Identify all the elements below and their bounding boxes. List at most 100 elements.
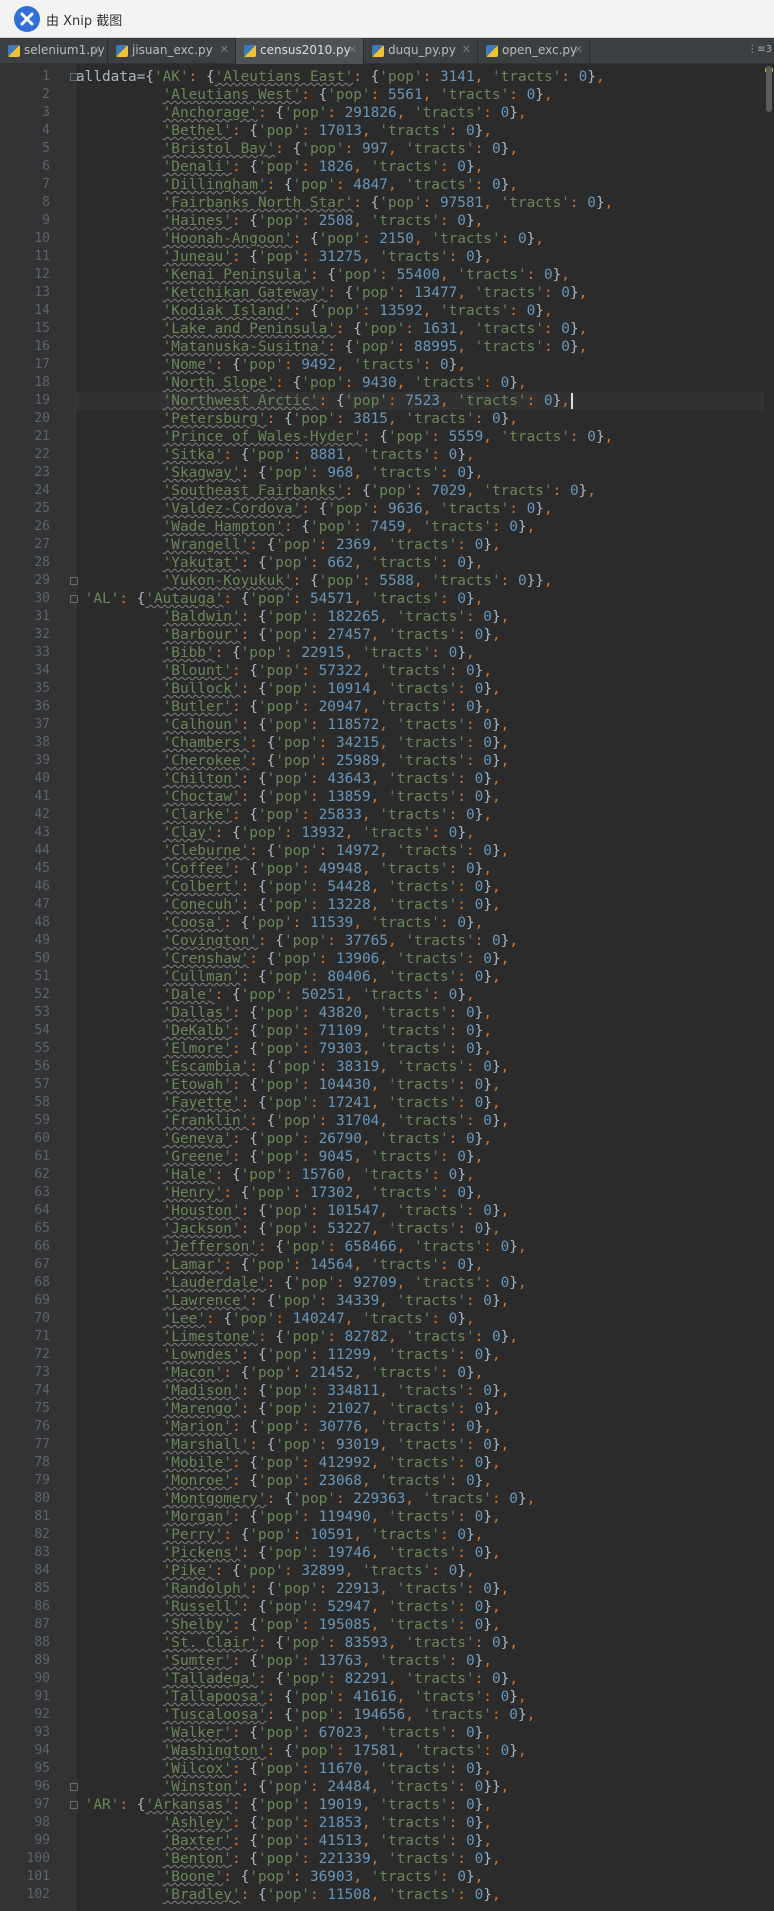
code-line[interactable]: 'Lamar': {'pop': 14564, 'tracts': 0},: [76, 1256, 764, 1274]
code-line[interactable]: 'AL': {'Autauga': {'pop': 54571, 'tracts…: [76, 590, 764, 608]
tab-open-exc[interactable]: open_exc.py ✕: [478, 38, 590, 64]
code-line[interactable]: 'Henry': {'pop': 17302, 'tracts': 0},: [76, 1184, 764, 1202]
code-line[interactable]: 'North Slope': {'pop': 9430, 'tracts': 0…: [76, 374, 764, 392]
code-line[interactable]: 'Chambers': {'pop': 34215, 'tracts': 0},: [76, 734, 764, 752]
code-line[interactable]: 'Madison': {'pop': 334811, 'tracts': 0},: [76, 1382, 764, 1400]
code-line[interactable]: 'Bristol Bay': {'pop': 997, 'tracts': 0}…: [76, 140, 764, 158]
code-line[interactable]: 'Colbert': {'pop': 54428, 'tracts': 0},: [76, 878, 764, 896]
code-line[interactable]: 'Lake and Peninsula': {'pop': 1631, 'tra…: [76, 320, 764, 338]
tab-selenium1[interactable]: selenium1.py ✕: [0, 38, 108, 64]
code-line[interactable]: 'Blount': {'pop': 57322, 'tracts': 0},: [76, 662, 764, 680]
code-line[interactable]: 'Wilcox': {'pop': 11670, 'tracts': 0},: [76, 1760, 764, 1778]
code-line[interactable]: 'Conecuh': {'pop': 13228, 'tracts': 0},: [76, 896, 764, 914]
code-line[interactable]: 'Winston': {'pop': 24484, 'tracts': 0}},: [76, 1778, 764, 1796]
code-line[interactable]: 'Haines': {'pop': 2508, 'tracts': 0},: [76, 212, 764, 230]
code-line[interactable]: 'Ketchikan Gateway': {'pop': 13477, 'tra…: [76, 284, 764, 302]
code-line[interactable]: 'Bethel': {'pop': 17013, 'tracts': 0},: [76, 122, 764, 140]
close-icon[interactable]: ✕: [462, 43, 471, 56]
tab-duqu-py[interactable]: duqu_py.py ✕: [364, 38, 478, 64]
code-line[interactable]: 'Baxter': {'pop': 41513, 'tracts': 0},: [76, 1832, 764, 1850]
code-line[interactable]: 'Baldwin': {'pop': 182265, 'tracts': 0},: [76, 608, 764, 626]
code-line[interactable]: 'Randolph': {'pop': 22913, 'tracts': 0},: [76, 1580, 764, 1598]
code-line[interactable]: 'Tallapoosa': {'pop': 41616, 'tracts': 0…: [76, 1688, 764, 1706]
code-line[interactable]: 'Morgan': {'pop': 119490, 'tracts': 0},: [76, 1508, 764, 1526]
code-line[interactable]: 'Valdez-Cordova': {'pop': 9636, 'tracts'…: [76, 500, 764, 518]
code-line[interactable]: 'Coffee': {'pop': 49948, 'tracts': 0},: [76, 860, 764, 878]
code-line[interactable]: 'Montgomery': {'pop': 229363, 'tracts': …: [76, 1490, 764, 1508]
code-line[interactable]: 'Mobile': {'pop': 412992, 'tracts': 0},: [76, 1454, 764, 1472]
code-line[interactable]: 'Wade Hampton': {'pop': 7459, 'tracts': …: [76, 518, 764, 536]
code-line[interactable]: 'Denali': {'pop': 1826, 'tracts': 0},: [76, 158, 764, 176]
code-line[interactable]: 'Cleburne': {'pop': 14972, 'tracts': 0},: [76, 842, 764, 860]
code-line[interactable]: 'Jackson': {'pop': 53227, 'tracts': 0},: [76, 1220, 764, 1238]
code-line[interactable]: 'Choctaw': {'pop': 13859, 'tracts': 0},: [76, 788, 764, 806]
code-line[interactable]: 'Barbour': {'pop': 27457, 'tracts': 0},: [76, 626, 764, 644]
code-line[interactable]: 'Dallas': {'pop': 43820, 'tracts': 0},: [76, 1004, 764, 1022]
code-line[interactable]: 'Tuscaloosa': {'pop': 194656, 'tracts': …: [76, 1706, 764, 1724]
code-line[interactable]: 'Hale': {'pop': 15760, 'tracts': 0},: [76, 1166, 764, 1184]
code-line[interactable]: 'Houston': {'pop': 101547, 'tracts': 0},: [76, 1202, 764, 1220]
code-line[interactable]: 'Bradley': {'pop': 11508, 'tracts': 0},: [76, 1886, 764, 1904]
code-line[interactable]: 'Washington': {'pop': 17581, 'tracts': 0…: [76, 1742, 764, 1760]
code-line[interactable]: 'Northwest Arctic': {'pop': 7523, 'tract…: [76, 392, 764, 410]
code-line[interactable]: 'Yukon-Koyukuk': {'pop': 5588, 'tracts':…: [76, 572, 764, 590]
code-line[interactable]: 'Nome': {'pop': 9492, 'tracts': 0},: [76, 356, 764, 374]
code-line[interactable]: 'Butler': {'pop': 20947, 'tracts': 0},: [76, 698, 764, 716]
code-line[interactable]: 'Kenai Peninsula': {'pop': 55400, 'tract…: [76, 266, 764, 284]
code-line[interactable]: 'Wrangell': {'pop': 2369, 'tracts': 0},: [76, 536, 764, 554]
code-line[interactable]: 'Pike': {'pop': 32899, 'tracts': 0},: [76, 1562, 764, 1580]
close-icon[interactable]: ✕: [92, 43, 101, 56]
close-icon[interactable]: ✕: [574, 43, 583, 56]
code-line[interactable]: 'Aleutians West': {'pop': 5561, 'tracts'…: [76, 86, 764, 104]
code-editor[interactable]: 1 2 3 4 5 6 7 8 9 10 11 12 13 14 15 16 17 18 19 20 21 22 23 24 2…: [0, 64, 774, 1911]
code-line[interactable]: 'Bullock': {'pop': 10914, 'tracts': 0},: [76, 680, 764, 698]
code-line[interactable]: 'Fayette': {'pop': 17241, 'tracts': 0},: [76, 1094, 764, 1112]
code-line[interactable]: 'Skagway': {'pop': 968, 'tracts': 0},: [76, 464, 764, 482]
code-line[interactable]: 'Marion': {'pop': 30776, 'tracts': 0},: [76, 1418, 764, 1436]
code-line[interactable]: 'St. Clair': {'pop': 83593, 'tracts': 0}…: [76, 1634, 764, 1652]
code-line[interactable]: 'Dillingham': {'pop': 4847, 'tracts': 0}…: [76, 176, 764, 194]
code-line[interactable]: 'Benton': {'pop': 221339, 'tracts': 0},: [76, 1850, 764, 1868]
code-line[interactable]: 'Clay': {'pop': 13932, 'tracts': 0},: [76, 824, 764, 842]
code-line[interactable]: 'Kodiak Island': {'pop': 13592, 'tracts'…: [76, 302, 764, 320]
code-line[interactable]: 'Escambia': {'pop': 38319, 'tracts': 0},: [76, 1058, 764, 1076]
code-line[interactable]: 'Marshall': {'pop': 93019, 'tracts': 0},: [76, 1436, 764, 1454]
code-line[interactable]: 'Prince of Wales-Hyder': {'pop': 5559, '…: [76, 428, 764, 446]
code-line[interactable]: 'Cherokee': {'pop': 25989, 'tracts': 0},: [76, 752, 764, 770]
code-area[interactable]: alldata={'AK': {'Aleutians East': {'pop'…: [76, 64, 764, 1911]
code-line[interactable]: 'Elmore': {'pop': 79303, 'tracts': 0},: [76, 1040, 764, 1058]
code-line[interactable]: 'Perry': {'pop': 10591, 'tracts': 0},: [76, 1526, 764, 1544]
code-line[interactable]: 'Shelby': {'pop': 195085, 'tracts': 0},: [76, 1616, 764, 1634]
code-line[interactable]: 'Walker': {'pop': 67023, 'tracts': 0},: [76, 1724, 764, 1742]
code-line[interactable]: 'Yakutat': {'pop': 662, 'tracts': 0},: [76, 554, 764, 572]
code-line[interactable]: 'Sumter': {'pop': 13763, 'tracts': 0},: [76, 1652, 764, 1670]
code-line[interactable]: 'Anchorage': {'pop': 291826, 'tracts': 0…: [76, 104, 764, 122]
code-line[interactable]: 'Lawrence': {'pop': 34339, 'tracts': 0},: [76, 1292, 764, 1310]
code-line[interactable]: 'Hoonah-Angoon': {'pop': 2150, 'tracts':…: [76, 230, 764, 248]
scrollbar-thumb[interactable]: [766, 66, 772, 112]
code-line[interactable]: 'Lowndes': {'pop': 11299, 'tracts': 0},: [76, 1346, 764, 1364]
code-line[interactable]: 'Calhoun': {'pop': 118572, 'tracts': 0},: [76, 716, 764, 734]
code-line[interactable]: 'Greene': {'pop': 9045, 'tracts': 0},: [76, 1148, 764, 1166]
code-line[interactable]: 'Bibb': {'pop': 22915, 'tracts': 0},: [76, 644, 764, 662]
code-line[interactable]: 'Petersburg': {'pop': 3815, 'tracts': 0}…: [76, 410, 764, 428]
code-line[interactable]: 'Geneva': {'pop': 26790, 'tracts': 0},: [76, 1130, 764, 1148]
code-line[interactable]: 'Cullman': {'pop': 80406, 'tracts': 0},: [76, 968, 764, 986]
code-line[interactable]: 'Lauderdale': {'pop': 92709, 'tracts': 0…: [76, 1274, 764, 1292]
code-line[interactable]: 'Russell': {'pop': 52947, 'tracts': 0},: [76, 1598, 764, 1616]
code-line[interactable]: 'Juneau': {'pop': 31275, 'tracts': 0},: [76, 248, 764, 266]
code-line[interactable]: 'Crenshaw': {'pop': 13906, 'tracts': 0},: [76, 950, 764, 968]
code-line[interactable]: 'Etowah': {'pop': 104430, 'tracts': 0},: [76, 1076, 764, 1094]
code-line[interactable]: 'Macon': {'pop': 21452, 'tracts': 0},: [76, 1364, 764, 1382]
code-line[interactable]: 'Jefferson': {'pop': 658466, 'tracts': 0…: [76, 1238, 764, 1256]
tab-jisuan-exc[interactable]: jisuan_exc.py ✕: [108, 38, 236, 64]
code-line[interactable]: 'Dale': {'pop': 50251, 'tracts': 0},: [76, 986, 764, 1004]
code-line[interactable]: 'Boone': {'pop': 36903, 'tracts': 0},: [76, 1868, 764, 1886]
code-line[interactable]: 'Ashley': {'pop': 21853, 'tracts': 0},: [76, 1814, 764, 1832]
tab-overflow-menu[interactable]: ⋮≡3: [747, 44, 772, 55]
tab-census2010[interactable]: census2010.py ✕: [236, 38, 364, 64]
code-line[interactable]: 'Sitka': {'pop': 8881, 'tracts': 0},: [76, 446, 764, 464]
code-line[interactable]: 'Clarke': {'pop': 25833, 'tracts': 0},: [76, 806, 764, 824]
code-line[interactable]: 'Chilton': {'pop': 43643, 'tracts': 0},: [76, 770, 764, 788]
code-line[interactable]: 'Lee': {'pop': 140247, 'tracts': 0},: [76, 1310, 764, 1328]
